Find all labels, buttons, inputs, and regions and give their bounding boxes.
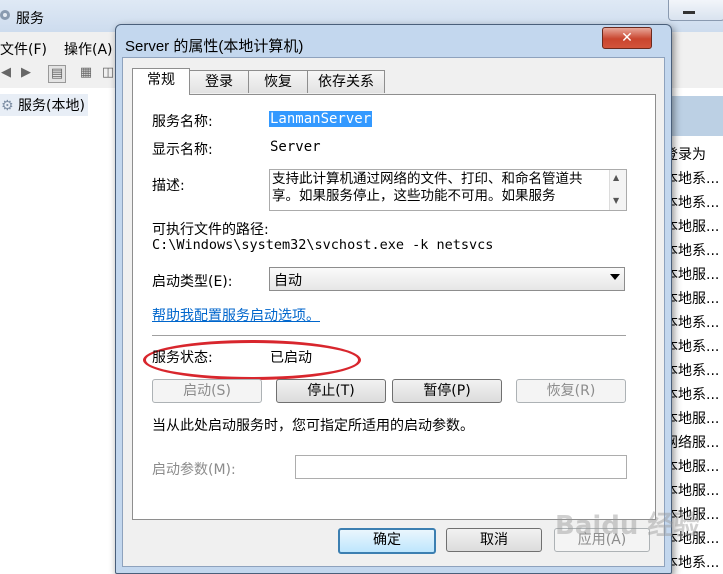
menu-file[interactable]: 文件(F) (0, 39, 47, 59)
service-status-value: 已启动 (270, 350, 312, 366)
list-item[interactable]: 本地系... (664, 312, 719, 332)
service-name-value[interactable]: LanmanServer (269, 111, 373, 127)
start-param-label: 启动参数(M): (152, 462, 236, 478)
list-item[interactable]: 本地系... (664, 336, 719, 356)
resume-button[interactable]: 恢复(R) (516, 379, 626, 403)
scroll-up-icon[interactable]: ▲ (613, 173, 619, 182)
back-arrow-icon[interactable]: ◀ (0, 65, 14, 81)
list-item[interactable]: 本地系... (664, 240, 719, 260)
list-item[interactable]: 本地系... (664, 192, 719, 212)
start-button[interactable]: 启动(S) (152, 379, 262, 403)
exe-path-label: 可执行文件的路径: (152, 222, 269, 238)
refresh-icon[interactable]: ◫ (100, 65, 116, 81)
pause-button[interactable]: 暂停(P) (392, 379, 502, 403)
minimize-icon (683, 11, 695, 14)
server-properties-dialog: Server 的属性(本地计算机) ✕ 常规 登录 恢复 依存关系 服务名称: … (115, 24, 672, 574)
tab-general[interactable]: 常规 (132, 68, 190, 95)
list-item[interactable]: 本地服... (664, 264, 719, 284)
list-item[interactable]: 本地服... (664, 456, 719, 476)
services-window-title: 服务 (16, 11, 44, 27)
help-link[interactable]: 帮助我配置服务启动选项。 (152, 305, 320, 325)
description-scrollbar[interactable]: ▲ ▼ (609, 170, 626, 210)
close-button[interactable]: ✕ (602, 27, 652, 49)
tab-recovery[interactable]: 恢复 (248, 70, 308, 93)
console-tree: ⚙ 服务(本地) (0, 88, 119, 574)
list-item[interactable]: 本地服... (664, 288, 719, 308)
service-status-label: 服务状态: (152, 350, 213, 366)
cancel-button[interactable]: 取消 (446, 528, 542, 552)
tree-item-services-local[interactable]: ⚙ 服务(本地) (0, 94, 88, 116)
description-text: 支持此计算机通过网络的文件、打印、和命名管道共享。如果服务停止，这些功能不可用。… (272, 171, 583, 204)
description-box[interactable]: 支持此计算机通过网络的文件、打印、和命名管道共享。如果服务停止，这些功能不可用。… (269, 169, 627, 211)
list-item[interactable]: 本地服... (664, 216, 719, 236)
display-name-label: 显示名称: (152, 142, 213, 158)
dialog-body: 常规 登录 恢复 依存关系 服务名称: LanmanServer 显示名称: S… (122, 57, 665, 567)
stop-button[interactable]: 停止(T) (276, 379, 386, 403)
start-param-input[interactable] (295, 455, 627, 479)
list-item[interactable]: 本地服... (664, 408, 719, 428)
start-param-hint: 当从此处启动服务时，您可指定所适用的启动参数。 (152, 418, 474, 434)
ok-button[interactable]: 确定 (338, 528, 436, 554)
list-item[interactable]: 网络服... (664, 432, 719, 452)
scroll-down-icon[interactable]: ▼ (613, 196, 619, 205)
list-item[interactable]: 本地系... (664, 384, 719, 404)
watermark: Baidu 经验 (555, 511, 700, 541)
tree-item-label: 服务(本地) (18, 98, 85, 114)
chevron-down-icon (610, 274, 620, 280)
list-item[interactable]: 本地系... (664, 360, 719, 380)
console-tree-icon[interactable]: ▤ (48, 65, 66, 83)
list-header-band (664, 96, 723, 136)
exe-path-value[interactable]: C:\Windows\system32\svchost.exe -k netsv… (152, 237, 493, 253)
properties-icon[interactable]: ▦ (78, 65, 94, 81)
menu-action[interactable]: 操作(A) (64, 39, 113, 59)
display-name-value[interactable]: Server (270, 139, 321, 155)
dialog-title: Server 的属性(本地计算机) (125, 38, 304, 55)
service-name-label: 服务名称: (152, 114, 213, 130)
minimize-button[interactable] (668, 0, 723, 21)
tab-dependencies[interactable]: 依存关系 (307, 70, 385, 93)
divider (152, 335, 626, 337)
general-tab-panel: 服务名称: LanmanServer 显示名称: Server 描述: 支持此计… (132, 94, 656, 520)
list-item[interactable]: 本地系... (664, 168, 719, 188)
tab-logon[interactable]: 登录 (189, 70, 249, 93)
services-list: 登录为 本地系... 本地系... 本地服... 本地系... 本地服... 本地服...… (664, 88, 723, 574)
gear-icon (0, 10, 10, 20)
startup-type-label: 启动类型(E): (152, 274, 233, 290)
gear-icon: ⚙ (1, 98, 14, 114)
close-icon: ✕ (621, 30, 633, 46)
forward-arrow-icon[interactable]: ▶ (18, 65, 34, 81)
description-label: 描述: (152, 178, 185, 194)
startup-type-select[interactable]: 自动 (269, 267, 625, 291)
list-item[interactable]: 本地系... (664, 552, 719, 572)
startup-type-value: 自动 (274, 273, 302, 289)
list-item[interactable]: 本地服... (664, 480, 719, 500)
